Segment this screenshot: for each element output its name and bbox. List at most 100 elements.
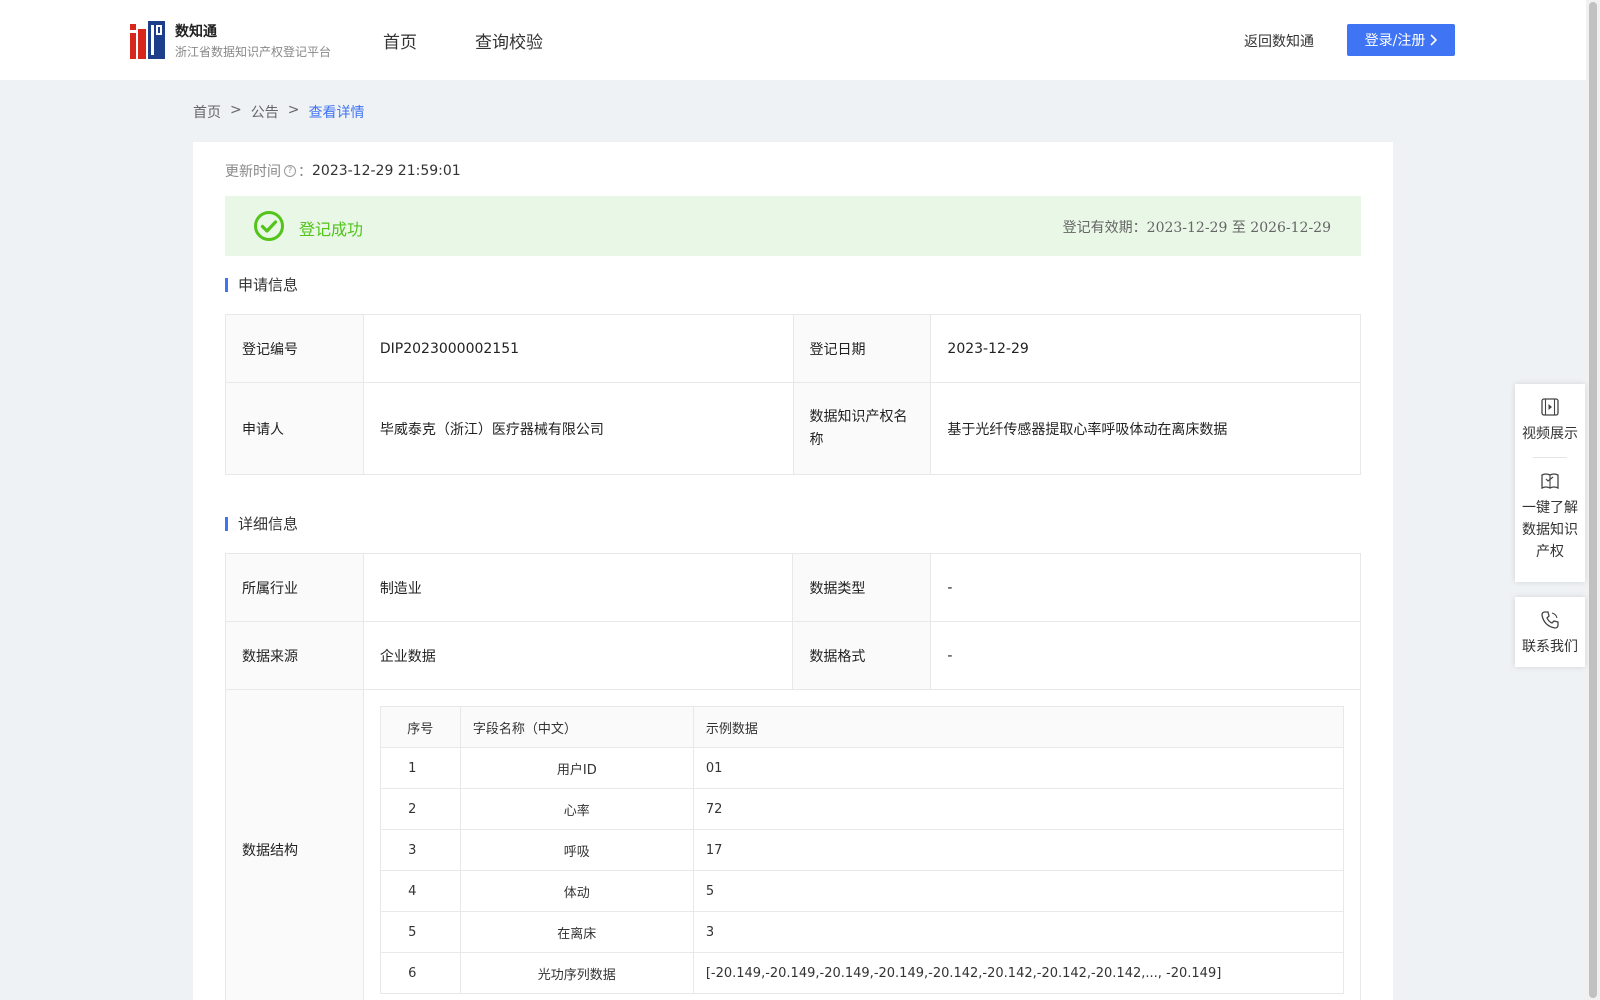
validity-end: 2026-12-29 [1250,220,1331,236]
validity-sep: 至 [1231,220,1246,236]
table-row: 1 用户ID 01 [379,747,1345,789]
help-icon[interactable]: ? [284,165,296,177]
breadcrumb-home[interactable]: 首页 [193,102,221,122]
row-field-name: 体动 [459,870,694,912]
field-label: 数据知识产权名称 [792,382,932,475]
column-header: 字段名称（中文） [459,706,694,748]
breadcrumb-separator: > [230,102,242,118]
video-showcase-label: 视频展示 [1522,426,1578,442]
row-field-name: 在离床 [459,911,694,953]
data-structure-table: 序号 字段名称（中文） 示例数据 1 用户ID 01 2 心率 72 3 呼吸 … [379,706,1345,994]
phone-icon [1541,611,1559,629]
table-row: 5 在离床 3 [379,911,1345,953]
field-label: 所属行业 [225,553,364,622]
table-row: 登记编号 DIP2023000002151 登记日期 2023-12-29 [225,314,1361,383]
update-time-row: 更新时间 ? ： 2023-12-29 21:59:01 [225,163,461,180]
row-field-name: 心率 [459,788,694,830]
row-index: 4 [379,870,461,912]
field-label: 数据格式 [792,621,932,690]
status-text: 登记成功 [299,220,364,239]
page-scrollbar[interactable] [1586,0,1600,1000]
nav-query-verify[interactable]: 查询校验 [475,28,543,53]
field-value: 企业数据 [362,621,794,690]
status-banner: 登记成功 登记有效期：2023-12-29 至 2026-12-29 [225,196,1361,256]
row-field-name: 光功序列数据 [459,952,694,994]
back-to-shuzhitong-link[interactable]: 返回数知通 [1244,31,1314,51]
row-index: 1 [379,747,461,789]
row-example: 17 [692,829,1345,871]
update-time-label: 更新时间 [225,164,281,180]
login-register-button[interactable]: 登录/注册 [1347,24,1455,56]
learn-line-2: 数据知识 [1522,522,1578,538]
contact-us-button[interactable]: 联系我们 [1515,609,1585,658]
table-row: 2 心率 72 [379,788,1345,830]
field-value: 毕威泰克（浙江）医疗器械有限公司 [362,382,794,475]
row-example: 3 [692,911,1345,953]
application-info-table: 登记编号 DIP2023000002151 登记日期 2023-12-29 申请… [225,314,1361,475]
side-panel-top: 视频展示 一键了解 数据知识 产权 [1515,384,1585,582]
table-row: 数据结构 序号 字段名称（中文） 示例数据 1 用户ID 01 2 心率 72 … [225,689,1362,1000]
brand-name: 数知通 [175,24,217,40]
contact-us-label: 联系我们 [1522,639,1578,655]
section-title-details: 详细信息 [225,517,298,532]
field-value: - [930,553,1361,622]
logo-icon[interactable] [130,21,165,59]
nav-home[interactable]: 首页 [383,28,417,53]
row-index: 2 [379,788,461,830]
table-row: 数据来源 企业数据 数据格式 - [225,621,1361,690]
login-button-label: 登录/注册 [1364,33,1426,49]
learn-data-ip-button[interactable]: 一键了解 数据知识 产权 [1515,470,1585,563]
validity-start: 2023-12-29 [1146,220,1228,236]
breadcrumb: 首页 > 公告 > 查看详情 [193,102,364,122]
field-value: - [930,621,1361,690]
table-header-row: 序号 字段名称（中文） 示例数据 [379,706,1345,748]
field-value: DIP2023000002151 [362,314,794,383]
field-label: 申请人 [225,382,364,475]
field-label: 登记编号 [225,314,364,383]
row-example: 01 [692,747,1345,789]
learn-line-3: 产权 [1536,544,1564,560]
column-header: 示例数据 [692,706,1345,748]
row-field-name: 呼吸 [459,829,694,871]
column-header: 序号 [379,706,461,748]
field-value: 2023-12-29 [930,314,1361,383]
validity-period: 登记有效期：2023-12-29 至 2026-12-29 [1063,217,1331,237]
field-label: 数据来源 [225,621,364,690]
learn-line-1: 一键了解 [1522,500,1578,516]
brand-subtitle: 浙江省数据知识产权登记平台 [175,45,332,59]
row-index: 3 [379,829,461,871]
field-label: 数据类型 [792,553,932,622]
breadcrumb-separator: > [287,102,300,118]
side-panel-bottom: 联系我们 [1515,597,1585,667]
table-row: 3 呼吸 17 [379,829,1345,871]
field-label: 登记日期 [792,314,932,383]
row-example: 5 [692,870,1345,912]
table-row: 6 光功序列数据 [-20.149,-20.149,-20.149,-20.14… [379,952,1345,994]
book-icon [1541,473,1559,490]
row-index: 6 [379,952,461,994]
field-label: 数据结构 [225,689,364,1000]
row-example: [-20.149,-20.149,-20.149,-20.149,-20.142… [692,952,1345,994]
field-value: 制造业 [362,553,794,622]
video-icon [1541,398,1559,416]
table-row: 4 体动 5 [379,870,1345,912]
table-row: 申请人 毕威泰克（浙江）医疗器械有限公司 数据知识产权名称 基于光纤传感器提取心… [225,382,1361,475]
detail-info-table: 所属行业 制造业 数据类型 - 数据来源 企业数据 数据格式 - 数据结构 序号… [225,553,1362,1000]
row-field-name: 用户ID [459,747,694,789]
check-circle-icon [254,211,284,241]
validity-label: 登记有效期： [1062,220,1147,236]
field-value: 基于光纤传感器提取心率呼吸体动在离床数据 [930,382,1361,475]
video-showcase-button[interactable]: 视频展示 [1515,396,1585,445]
chevron-right-icon [1430,34,1438,46]
row-example: 72 [692,788,1345,830]
row-index: 5 [379,911,461,953]
update-time-value: 2023-12-29 21:59:01 [312,163,461,179]
data-structure-cell: 序号 字段名称（中文） 示例数据 1 用户ID 01 2 心率 72 3 呼吸 … [362,689,1362,1000]
detail-card: 更新时间 ? ： 2023-12-29 21:59:01 登记成功 登记有效期：… [193,142,1393,1000]
section-title-application: 申请信息 [225,278,298,293]
breadcrumb-current: 查看详情 [308,105,365,121]
scrollbar-thumb[interactable] [1589,2,1597,998]
breadcrumb-announcement[interactable]: 公告 [251,102,279,122]
divider [1533,457,1567,458]
top-header: 数知通 浙江省数据知识产权登记平台 首页 查询校验 返回数知通 登录/注册 [0,0,1586,80]
